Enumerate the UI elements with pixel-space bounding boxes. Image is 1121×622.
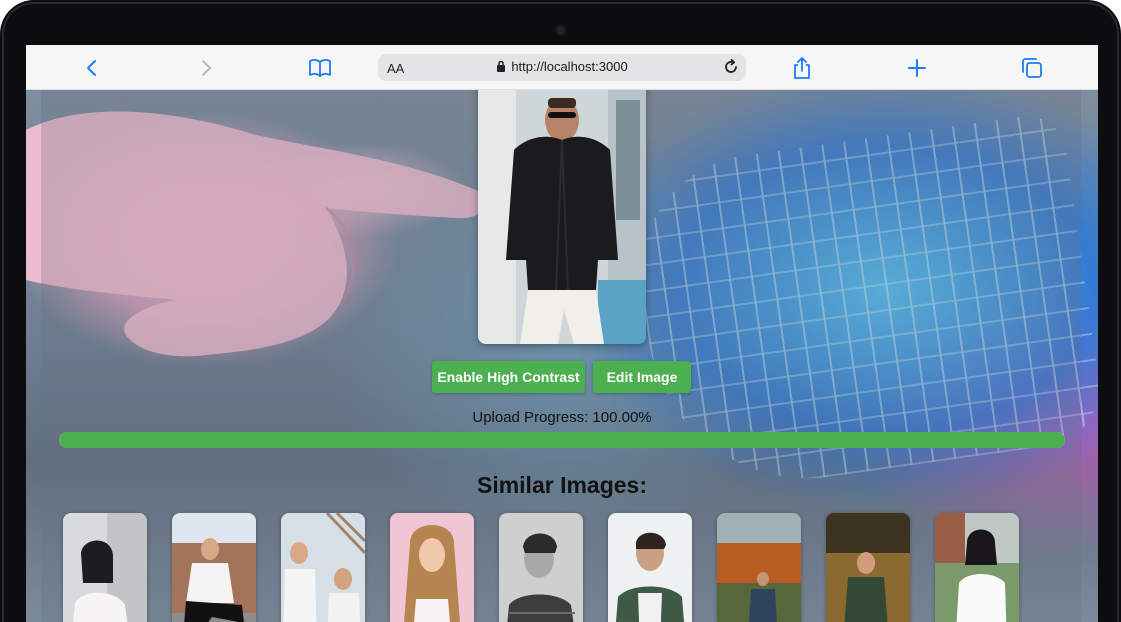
similar-image-thumb-2[interactable] bbox=[172, 513, 256, 622]
share-icon bbox=[794, 57, 810, 79]
uploaded-image bbox=[478, 90, 646, 344]
upload-progress-text: Upload Progress: 100.00% bbox=[472, 409, 652, 426]
back-icon bbox=[87, 60, 96, 76]
address-url: http://localhost:3000 bbox=[511, 59, 628, 74]
upload-progress-fill bbox=[59, 432, 1065, 448]
bookmarks-button[interactable] bbox=[307, 55, 333, 81]
reload-button[interactable] bbox=[722, 58, 740, 81]
browser-screen: AA http://localhost:3000 Enable High Con… bbox=[26, 45, 1098, 622]
edit-image-button[interactable]: Edit Image bbox=[593, 361, 691, 393]
similar-image-thumb-9[interactable] bbox=[935, 513, 1019, 622]
camera-dot bbox=[557, 26, 565, 34]
back-button[interactable] bbox=[79, 55, 105, 81]
similar-image-thumb-3[interactable] bbox=[281, 513, 365, 622]
new-tab-button[interactable] bbox=[904, 55, 930, 81]
similar-images-heading: Similar Images: bbox=[476, 472, 648, 498]
address-url-wrap: http://localhost:3000 bbox=[378, 59, 746, 74]
similar-image-thumb-4[interactable] bbox=[390, 513, 474, 622]
forward-button[interactable] bbox=[193, 55, 219, 81]
reload-icon bbox=[725, 58, 737, 73]
similar-image-thumb-8[interactable] bbox=[826, 513, 910, 622]
page-viewport: Enable High Contrast Edit Image Upload P… bbox=[26, 90, 1098, 622]
bookmarks-icon bbox=[309, 59, 331, 77]
similar-image-thumb-1[interactable] bbox=[63, 513, 147, 622]
address-bar[interactable]: AA http://localhost:3000 bbox=[378, 54, 746, 81]
share-button[interactable] bbox=[789, 55, 815, 81]
tabs-overview-button[interactable] bbox=[1019, 55, 1045, 81]
forward-icon bbox=[202, 60, 211, 76]
high-contrast-button[interactable]: Enable High Contrast bbox=[432, 361, 585, 393]
lock-icon bbox=[497, 60, 506, 72]
new-tab-icon bbox=[908, 59, 926, 77]
similar-image-thumb-6[interactable] bbox=[608, 513, 692, 622]
similar-image-thumb-5[interactable] bbox=[499, 513, 583, 622]
tabs-icon bbox=[1022, 58, 1042, 78]
laptop-frame: AA http://localhost:3000 Enable High Con… bbox=[0, 0, 1121, 622]
browser-toolbar: AA http://localhost:3000 bbox=[26, 45, 1098, 90]
similar-image-thumb-7[interactable] bbox=[717, 513, 801, 622]
upload-progress-bar bbox=[59, 432, 1065, 448]
